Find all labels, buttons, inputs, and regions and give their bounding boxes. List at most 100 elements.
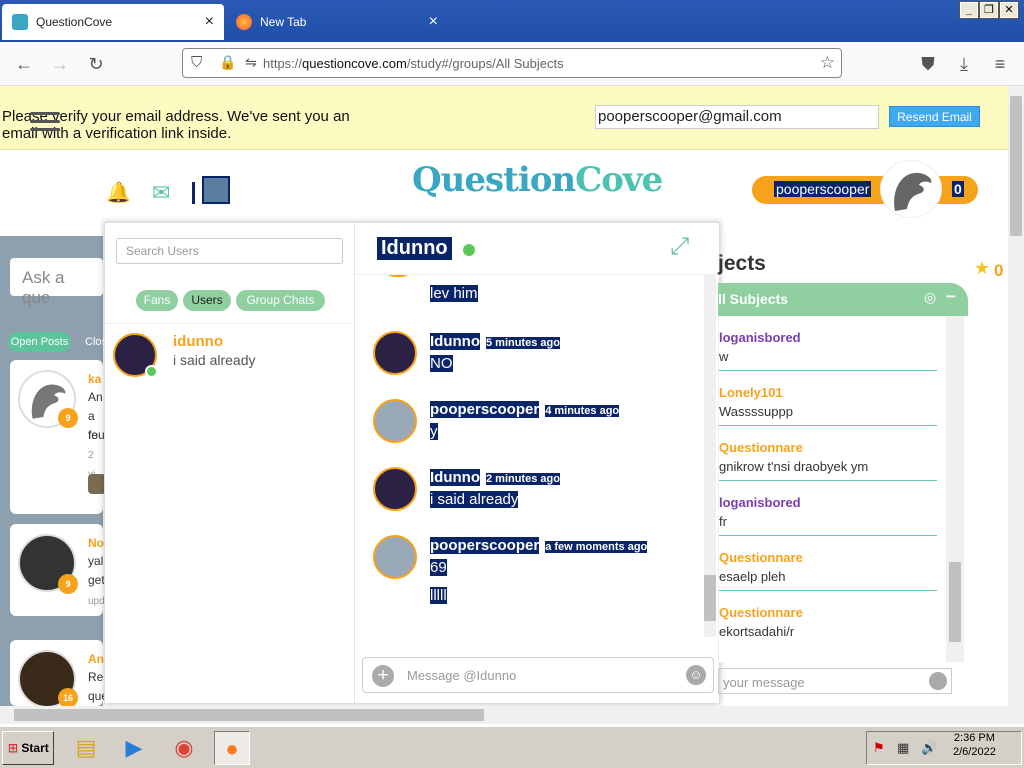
post-text: fou [88, 428, 105, 442]
close-window-button[interactable]: ✕ [999, 1, 1019, 19]
emoji-icon[interactable] [929, 672, 947, 690]
verify-email-banner: Please verify your email address. We've … [0, 86, 1008, 150]
windows-taskbar: ⊞ Start ▤ ▶ ◉ ● ⚑ ▦ 🔊 2:36 PM 2/6/2022 [0, 726, 1024, 768]
resend-email-button[interactable]: Resend Email [889, 106, 980, 127]
post-level-badge: 9 [58, 574, 78, 594]
post-level-badge: 9 [58, 408, 78, 428]
message-author: loganisbored [719, 330, 801, 345]
post-author[interactable]: No [88, 534, 104, 553]
message-scrollbar[interactable] [704, 275, 716, 637]
url-text: https://questioncove.com/study#/groups/A… [263, 55, 564, 71]
user-avatar[interactable] [880, 160, 942, 218]
media-player-icon[interactable]: ▶ [116, 731, 152, 765]
avatar-partial [383, 275, 413, 277]
group-message-composer[interactable]: your message [718, 668, 952, 694]
group-chat-bar[interactable]: ll Subjects ◎ − [718, 283, 968, 316]
lock-icon[interactable]: 🔒 [219, 54, 236, 71]
expand-icon[interactable]: ⤢ [670, 233, 698, 261]
list-item: Questionnare ekortsadahi/r [719, 591, 937, 646]
post-card[interactable]: 9 ka An a fe fou 2 vi [10, 360, 106, 514]
divider [105, 323, 355, 324]
shield-icon[interactable]: ⛉ [191, 54, 202, 71]
search-users-input[interactable]: Search Users [116, 238, 343, 264]
clock-date: 2/6/2022 [953, 746, 996, 758]
page-horizontal-scrollbar[interactable] [0, 706, 1024, 724]
open-posts-tab[interactable]: Open Posts [8, 332, 71, 352]
firefox-icon[interactable]: ● [214, 731, 250, 765]
message-input[interactable]: Message @Idunno [407, 668, 516, 683]
maximize-button[interactable]: ❐ [979, 1, 999, 19]
clock-time: 2:36 PM [953, 732, 995, 744]
start-button[interactable]: ⊞ Start [2, 731, 54, 765]
minimize-icon[interactable]: − [946, 287, 956, 307]
online-status-icon [463, 244, 475, 256]
post-card[interactable]: 9 No yal get upd [10, 524, 105, 616]
pocket-icon[interactable]: ⛊ [916, 52, 940, 76]
network-icon[interactable]: ▦ [897, 740, 909, 756]
chrome-icon[interactable]: ◉ [166, 731, 202, 765]
filter-group-chats[interactable]: Group Chats [236, 290, 325, 311]
flag-icon[interactable]: ⚑ [873, 740, 885, 756]
scrollbar-thumb[interactable] [949, 562, 961, 642]
filter-users[interactable]: Users [183, 290, 231, 311]
post-card[interactable]: 16 An Rea que [10, 640, 110, 708]
message-text: gnikrow t'nsi draobyek ym [719, 459, 869, 474]
list-item: loganisbored w [719, 316, 937, 371]
chat-conversation: Idunno ⤢ lev him Idunno 5 minutes ago NO … [355, 223, 721, 703]
user-pill[interactable]: pooperscooper 0 [752, 176, 978, 204]
scrollbar-thumb[interactable] [14, 709, 484, 721]
close-tab-icon[interactable]: × [429, 14, 438, 30]
hide-eye-icon[interactable]: ◎ [924, 289, 936, 306]
notifications-bell-icon[interactable]: 🔔 [106, 180, 131, 205]
site-logo[interactable]: QuestionCove [412, 160, 663, 200]
clock[interactable]: 2:36 PM 2/6/2022 [953, 731, 996, 759]
file-explorer-icon[interactable]: ▤ [68, 731, 104, 765]
messages-envelope-icon[interactable]: ✉ [152, 180, 170, 206]
message-author: pooperscooper [430, 537, 540, 554]
conversation-last-message: i said already [173, 352, 256, 368]
back-arrow-icon[interactable]: ← [12, 52, 36, 76]
browser-tab-bar: QuestionCove × New Tab × _ ❐ ✕ [0, 0, 1024, 42]
group-name: ll Subjects [718, 291, 789, 307]
tab-new-tab[interactable]: New Tab × [226, 4, 448, 40]
post-author[interactable]: ka [88, 370, 101, 389]
filter-fans[interactable]: Fans [136, 290, 178, 311]
emoji-icon[interactable]: ☺ [686, 665, 706, 685]
scrollbar-thumb[interactable] [1010, 96, 1022, 236]
add-attachment-icon[interactable]: + [372, 665, 394, 687]
page-vertical-scrollbar[interactable] [1008, 86, 1024, 706]
message-text: y [430, 423, 438, 440]
message-composer[interactable]: + Message @Idunno ☺ [362, 657, 714, 693]
hamburger-menu-icon[interactable] [30, 112, 60, 134]
conversation-item[interactable]: idunno i said already [111, 333, 351, 379]
message-author: Questionnare [719, 440, 803, 455]
group-message-input[interactable]: your message [723, 675, 805, 690]
volume-icon[interactable]: 🔊 [921, 740, 937, 756]
bookmark-star-icon[interactable]: ☆ [820, 53, 835, 73]
message-text: ekortsadahi/r [719, 624, 795, 639]
message-text: Wassssuppp [719, 404, 793, 419]
menu-icon[interactable]: ≡ [988, 52, 1012, 76]
email-field[interactable]: pooperscooper@gmail.com [595, 105, 879, 129]
tab-title: QuestionCove [36, 15, 113, 29]
tab-questioncove[interactable]: QuestionCove × [2, 4, 224, 40]
permissions-icon[interactable]: ⇋ [245, 54, 257, 71]
ask-question-input[interactable]: Ask a que [10, 258, 103, 307]
downloads-icon[interactable]: ⤓ [952, 52, 976, 76]
post-author[interactable]: An [88, 650, 104, 669]
profile-icon[interactable] [202, 176, 230, 204]
close-tab-icon[interactable]: × [205, 14, 214, 30]
message-text: NO [430, 355, 453, 372]
subjects-title: jects [718, 252, 766, 275]
reload-icon[interactable]: ↻ [84, 52, 108, 76]
group-list-scrollbar[interactable] [946, 316, 964, 662]
scrollbar-thumb[interactable] [704, 575, 716, 621]
post-text: get [88, 573, 105, 587]
forward-arrow-icon[interactable]: → [48, 52, 72, 76]
message-time: 5 minutes ago [485, 337, 560, 349]
message-list: lev him Idunno 5 minutes ago NO poopersco… [355, 275, 705, 637]
minimize-button[interactable]: _ [959, 1, 979, 19]
url-bar[interactable]: ⛉ 🔒 ⇋ https://questioncove.com/study#/gr… [182, 48, 842, 78]
online-status-icon [145, 365, 158, 378]
message-author: Idunno [430, 469, 480, 486]
